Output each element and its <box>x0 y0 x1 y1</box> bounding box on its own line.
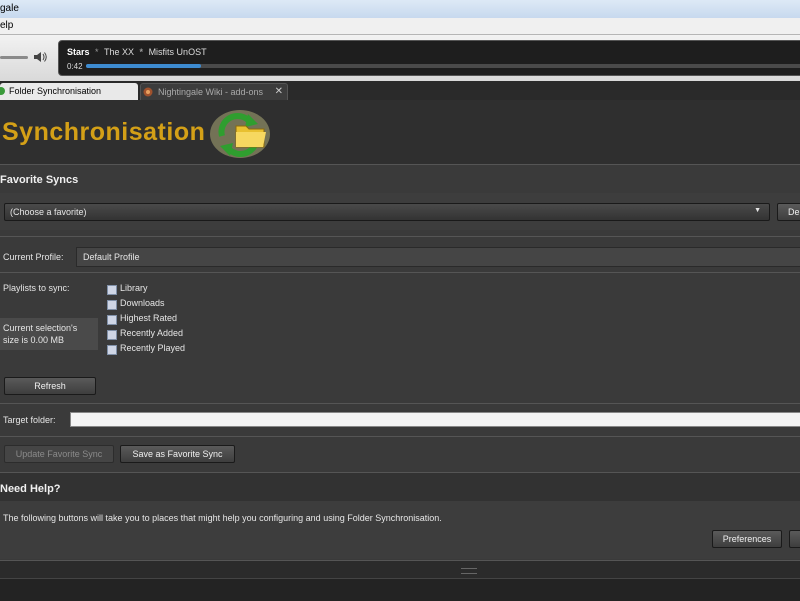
checkbox-label: Recently Added <box>120 328 184 338</box>
checkbox-label: Recently Played <box>120 343 186 353</box>
help-extra-button[interactable] <box>789 530 800 548</box>
favorite-syncs-title: Favorite Syncs <box>0 174 79 186</box>
delete-favorite-button[interactable]: De <box>777 203 800 221</box>
checkbox[interactable] <box>107 345 117 355</box>
page-header: Synchronisation <box>0 100 800 165</box>
favorite-select-value: (Choose a favorite) <box>10 207 87 217</box>
checkbox[interactable] <box>107 330 117 340</box>
divider <box>0 436 800 437</box>
status-bar <box>0 560 800 579</box>
page-title: Synchronisation <box>2 118 206 146</box>
divider <box>0 403 800 404</box>
refresh-button[interactable]: Refresh <box>4 377 96 395</box>
update-favorite-sync-button[interactable]: Update Favorite Sync <box>4 445 114 463</box>
checkbox[interactable] <box>107 315 117 325</box>
elapsed-time: 0:42 <box>67 62 83 71</box>
track-artist: The XX <box>104 47 135 57</box>
target-folder-input[interactable] <box>70 412 800 427</box>
help-panel <box>0 501 800 559</box>
favorite-select[interactable]: (Choose a favorite) ▼ <box>4 203 770 221</box>
menu-bar: elp <box>0 18 800 35</box>
help-header <box>0 472 800 501</box>
track-title: Stars <box>67 47 90 57</box>
tab-label: Folder Synchronisation <box>9 86 102 96</box>
profile-select-value: Default Profile <box>83 252 140 262</box>
now-playing-text: Stars * The XX * Misfits UnOST <box>67 47 207 57</box>
sync-tab-icon <box>0 87 5 95</box>
playlists-label: Playlists to sync: <box>3 283 70 293</box>
profile-select[interactable]: Default Profile <box>76 247 800 267</box>
selection-size-line2: size is 0.00 MB <box>3 335 65 345</box>
tab-nightingale-wiki[interactable]: Nightingale Wiki - add-ons ✕ <box>140 83 288 101</box>
speaker-icon[interactable] <box>33 51 47 63</box>
tab-label: Nightingale Wiki - add-ons <box>158 87 264 97</box>
tab-bar: Folder Synchronisation Nightingale Wiki … <box>0 81 800 101</box>
checkbox-label: Library <box>120 283 148 293</box>
help-description: The following buttons will take you to p… <box>3 513 442 523</box>
nightingale-tab-icon <box>143 87 153 97</box>
divider <box>0 272 800 273</box>
target-folder-label: Target folder: <box>3 415 56 425</box>
seek-bar-fill <box>86 64 202 68</box>
current-profile-label: Current Profile: <box>3 252 64 262</box>
sync-folder-icon <box>210 110 270 158</box>
save-as-favorite-sync-button[interactable]: Save as Favorite Sync <box>120 445 235 463</box>
seek-bar[interactable] <box>86 64 800 68</box>
divider <box>0 236 800 237</box>
close-tab-icon[interactable]: ✕ <box>275 84 283 100</box>
chevron-down-icon: ▼ <box>754 207 761 214</box>
grip-handle[interactable] <box>461 568 477 574</box>
checkbox-label: Highest Rated <box>120 313 178 323</box>
selection-size-box: Current selection's size is 0.00 MB <box>0 318 98 350</box>
window-title-bar: gale <box>0 0 800 18</box>
now-playing-panel: Stars * The XX * Misfits UnOST 0:42 <box>58 40 800 76</box>
volume-slider[interactable] <box>0 56 28 59</box>
need-help-title: Need Help? <box>0 483 61 495</box>
checkbox[interactable] <box>107 285 117 295</box>
menu-help[interactable]: elp <box>0 18 13 34</box>
checkbox[interactable] <box>107 300 117 310</box>
selection-size-line1: Current selection's <box>3 323 78 333</box>
checkbox-label: Downloads <box>120 298 165 308</box>
separator: * <box>92 47 102 57</box>
tab-folder-synchronisation[interactable]: Folder Synchronisation <box>0 83 138 100</box>
bottom-bar <box>0 578 800 601</box>
separator: * <box>137 47 146 57</box>
window-title: gale <box>0 3 19 14</box>
track-album: Misfits UnOST <box>148 47 207 57</box>
preferences-button[interactable]: Preferences <box>712 530 782 548</box>
